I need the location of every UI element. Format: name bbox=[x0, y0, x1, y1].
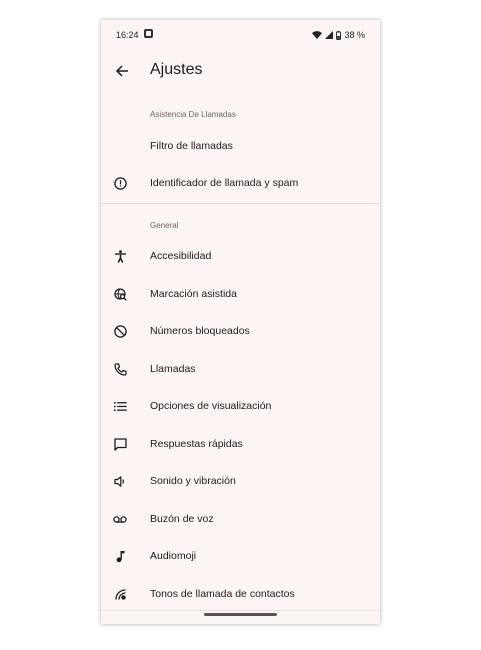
list-icon bbox=[111, 397, 129, 415]
setting-call-screen[interactable]: Filtro de llamadas bbox=[101, 128, 380, 164]
setting-label: Identificador de llamada y spam bbox=[150, 177, 299, 189]
setting-assisted-dialing[interactable]: Marcación asistida bbox=[101, 276, 380, 312]
setting-label: Opciones de visualización bbox=[150, 400, 272, 412]
setting-label: Tonos de llamada de contactos bbox=[150, 588, 295, 600]
setting-label: Sonido y vibración bbox=[150, 475, 236, 487]
setting-label: Accesibilidad bbox=[150, 250, 212, 262]
status-time: 16:24 bbox=[116, 30, 139, 40]
setting-label: Filtro de llamadas bbox=[150, 140, 233, 152]
volume-icon bbox=[111, 472, 129, 490]
accessibility-icon bbox=[111, 247, 129, 265]
wifi-icon bbox=[312, 31, 323, 39]
setting-display-options[interactable]: Opciones de visualización bbox=[101, 388, 380, 424]
arrow-back-icon bbox=[115, 64, 129, 78]
setting-calls[interactable]: Llamadas bbox=[101, 351, 380, 387]
phone-screen: 16:24 38 % Ajustes Asistencia De Llamada… bbox=[101, 20, 380, 624]
section-divider bbox=[101, 203, 380, 204]
setting-audiomoji[interactable]: Audiomoji bbox=[101, 538, 380, 574]
gesture-nav-handle[interactable] bbox=[204, 613, 277, 616]
contact-ringtone-icon bbox=[111, 585, 129, 603]
setting-quick-responses[interactable]: Respuestas rápidas bbox=[101, 426, 380, 462]
setting-accessibility[interactable]: Accesibilidad bbox=[101, 238, 380, 274]
alert-circle-icon bbox=[111, 174, 129, 192]
notification-icon bbox=[144, 29, 153, 38]
assisted-dialing-icon bbox=[111, 285, 129, 303]
app-bar: Ajustes bbox=[101, 60, 380, 84]
setting-contact-ringtones[interactable]: Tonos de llamada de contactos bbox=[101, 576, 380, 612]
back-button[interactable] bbox=[111, 60, 133, 82]
chat-bubble-icon bbox=[111, 435, 129, 453]
status-indicators: 38 % bbox=[312, 30, 365, 40]
voicemail-icon bbox=[111, 510, 129, 528]
setting-label: Llamadas bbox=[150, 363, 196, 375]
setting-blocked-numbers[interactable]: Números bloqueados bbox=[101, 313, 380, 349]
page-title: Ajustes bbox=[150, 61, 203, 78]
battery-percent: 38 % bbox=[344, 30, 365, 40]
section-header-general: General bbox=[150, 221, 179, 230]
setting-label: Buzón de voz bbox=[150, 513, 214, 525]
setting-voicemail[interactable]: Buzón de voz bbox=[101, 501, 380, 537]
setting-label: Audiomoji bbox=[150, 550, 197, 562]
block-icon bbox=[111, 322, 129, 340]
battery-icon bbox=[336, 30, 342, 40]
signal-icon bbox=[325, 31, 334, 39]
setting-sound-vibration[interactable]: Sonido y vibración bbox=[101, 463, 380, 499]
setting-caller-id-spam[interactable]: Identificador de llamada y spam bbox=[101, 165, 380, 201]
setting-label: Números bloqueados bbox=[150, 325, 250, 337]
bottom-divider bbox=[101, 610, 380, 611]
phone-icon bbox=[111, 360, 129, 378]
status-bar: 16:24 38 % bbox=[101, 20, 380, 48]
section-header-call-assist: Asistencia De Llamadas bbox=[150, 110, 236, 119]
music-note-icon bbox=[111, 547, 129, 565]
setting-label: Respuestas rápidas bbox=[150, 438, 243, 450]
setting-label: Marcación asistida bbox=[150, 288, 237, 300]
